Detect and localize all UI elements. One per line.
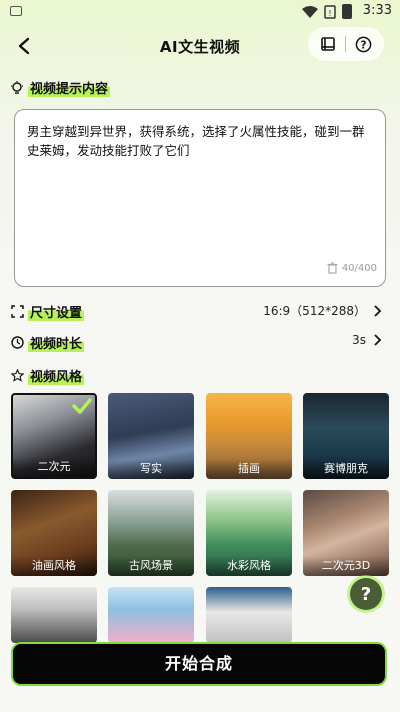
help-icon: ? (355, 36, 372, 52)
size-setting-label: 尺寸设置 (10, 302, 85, 321)
style-tile[interactable] (206, 587, 292, 643)
check-icon (72, 398, 92, 414)
status-icons: ! (302, 4, 352, 19)
notification-icon: ! (324, 4, 336, 19)
style-tile-ancient-scene[interactable]: 古风场景 (108, 490, 194, 576)
chevron-right-icon (374, 304, 382, 317)
style-tile-cyberpunk[interactable]: 赛博朋克 (303, 393, 389, 479)
duration-setting-selector[interactable]: 3s (352, 333, 382, 347)
style-tile-oil-painting[interactable]: 油画风格 (11, 490, 97, 576)
duration-label-text: 视频时长 (28, 333, 85, 352)
duration-value: 3s (352, 333, 366, 347)
style-tile-label: 二次元3D (303, 556, 389, 576)
book-button[interactable] (317, 33, 339, 55)
size-label-text: 尺寸设置 (28, 302, 85, 321)
style-tile-label: 插画 (206, 459, 292, 479)
style-tile-anime[interactable]: 二次元 (11, 393, 97, 479)
style-tile[interactable] (108, 587, 194, 643)
crop-icon (10, 305, 24, 319)
keyboard-icon (10, 6, 22, 16)
prompt-input[interactable]: 男主穿越到异世界，获得系统，选择了火属性技能，碰到一群史莱姆，发动技能打败了它们… (14, 109, 386, 287)
book-icon (321, 37, 335, 51)
svg-text:?: ? (361, 39, 367, 51)
help-fab-button[interactable]: ? (350, 578, 382, 610)
style-section-label: 视频风格 (10, 366, 85, 385)
prompt-text[interactable]: 男主穿越到异世界，获得系统，选择了火属性技能，碰到一群史莱姆，发动技能打败了它们 (27, 122, 373, 160)
style-tile-label: 二次元 (13, 457, 95, 477)
wifi-icon (302, 5, 318, 18)
start-synthesis-button[interactable]: 开始合成 (11, 642, 387, 686)
prompt-section-label: 视频提示内容 (10, 78, 111, 97)
battery-icon (342, 4, 352, 19)
prompt-counter: 40/400 (327, 262, 377, 274)
divider (345, 36, 347, 52)
chevron-right-icon (374, 334, 382, 346)
help-fab-label: ? (360, 583, 372, 605)
top-bar: AI文生视频 ? (0, 24, 400, 68)
lightbulb-icon (10, 80, 24, 95)
trash-icon[interactable] (327, 262, 338, 274)
style-tile-label: 水彩风格 (206, 556, 292, 576)
svg-text:!: ! (328, 9, 331, 18)
style-label-text: 视频风格 (28, 366, 85, 385)
style-tile-anime-3d[interactable]: 二次元3D (303, 490, 389, 576)
status-time: 3:33 (362, 3, 392, 18)
style-tile-label: 写实 (108, 459, 194, 479)
style-tile[interactable] (11, 587, 97, 643)
status-bar: ! 3:33 (0, 0, 400, 24)
style-tile-label: 赛博朋克 (303, 459, 389, 479)
char-count: 40/400 (341, 262, 377, 274)
style-tile-illustration[interactable]: 插画 (206, 393, 292, 479)
style-tile-realistic[interactable]: 写实 (108, 393, 194, 479)
help-button[interactable]: ? (353, 33, 375, 55)
clock-icon (10, 336, 24, 350)
style-tile-label: 油画风格 (11, 556, 97, 576)
style-tile-label: 古风场景 (108, 556, 194, 576)
duration-setting-label: 视频时长 (10, 333, 85, 352)
prompt-label-text: 视频提示内容 (28, 78, 111, 97)
size-value: 16:9（512*288） (263, 304, 366, 318)
header-actions: ? (308, 27, 384, 61)
size-setting-selector[interactable]: 16:9（512*288） (263, 302, 382, 319)
style-tile-watercolor[interactable]: 水彩风格 (206, 490, 292, 576)
star-icon (10, 369, 24, 383)
